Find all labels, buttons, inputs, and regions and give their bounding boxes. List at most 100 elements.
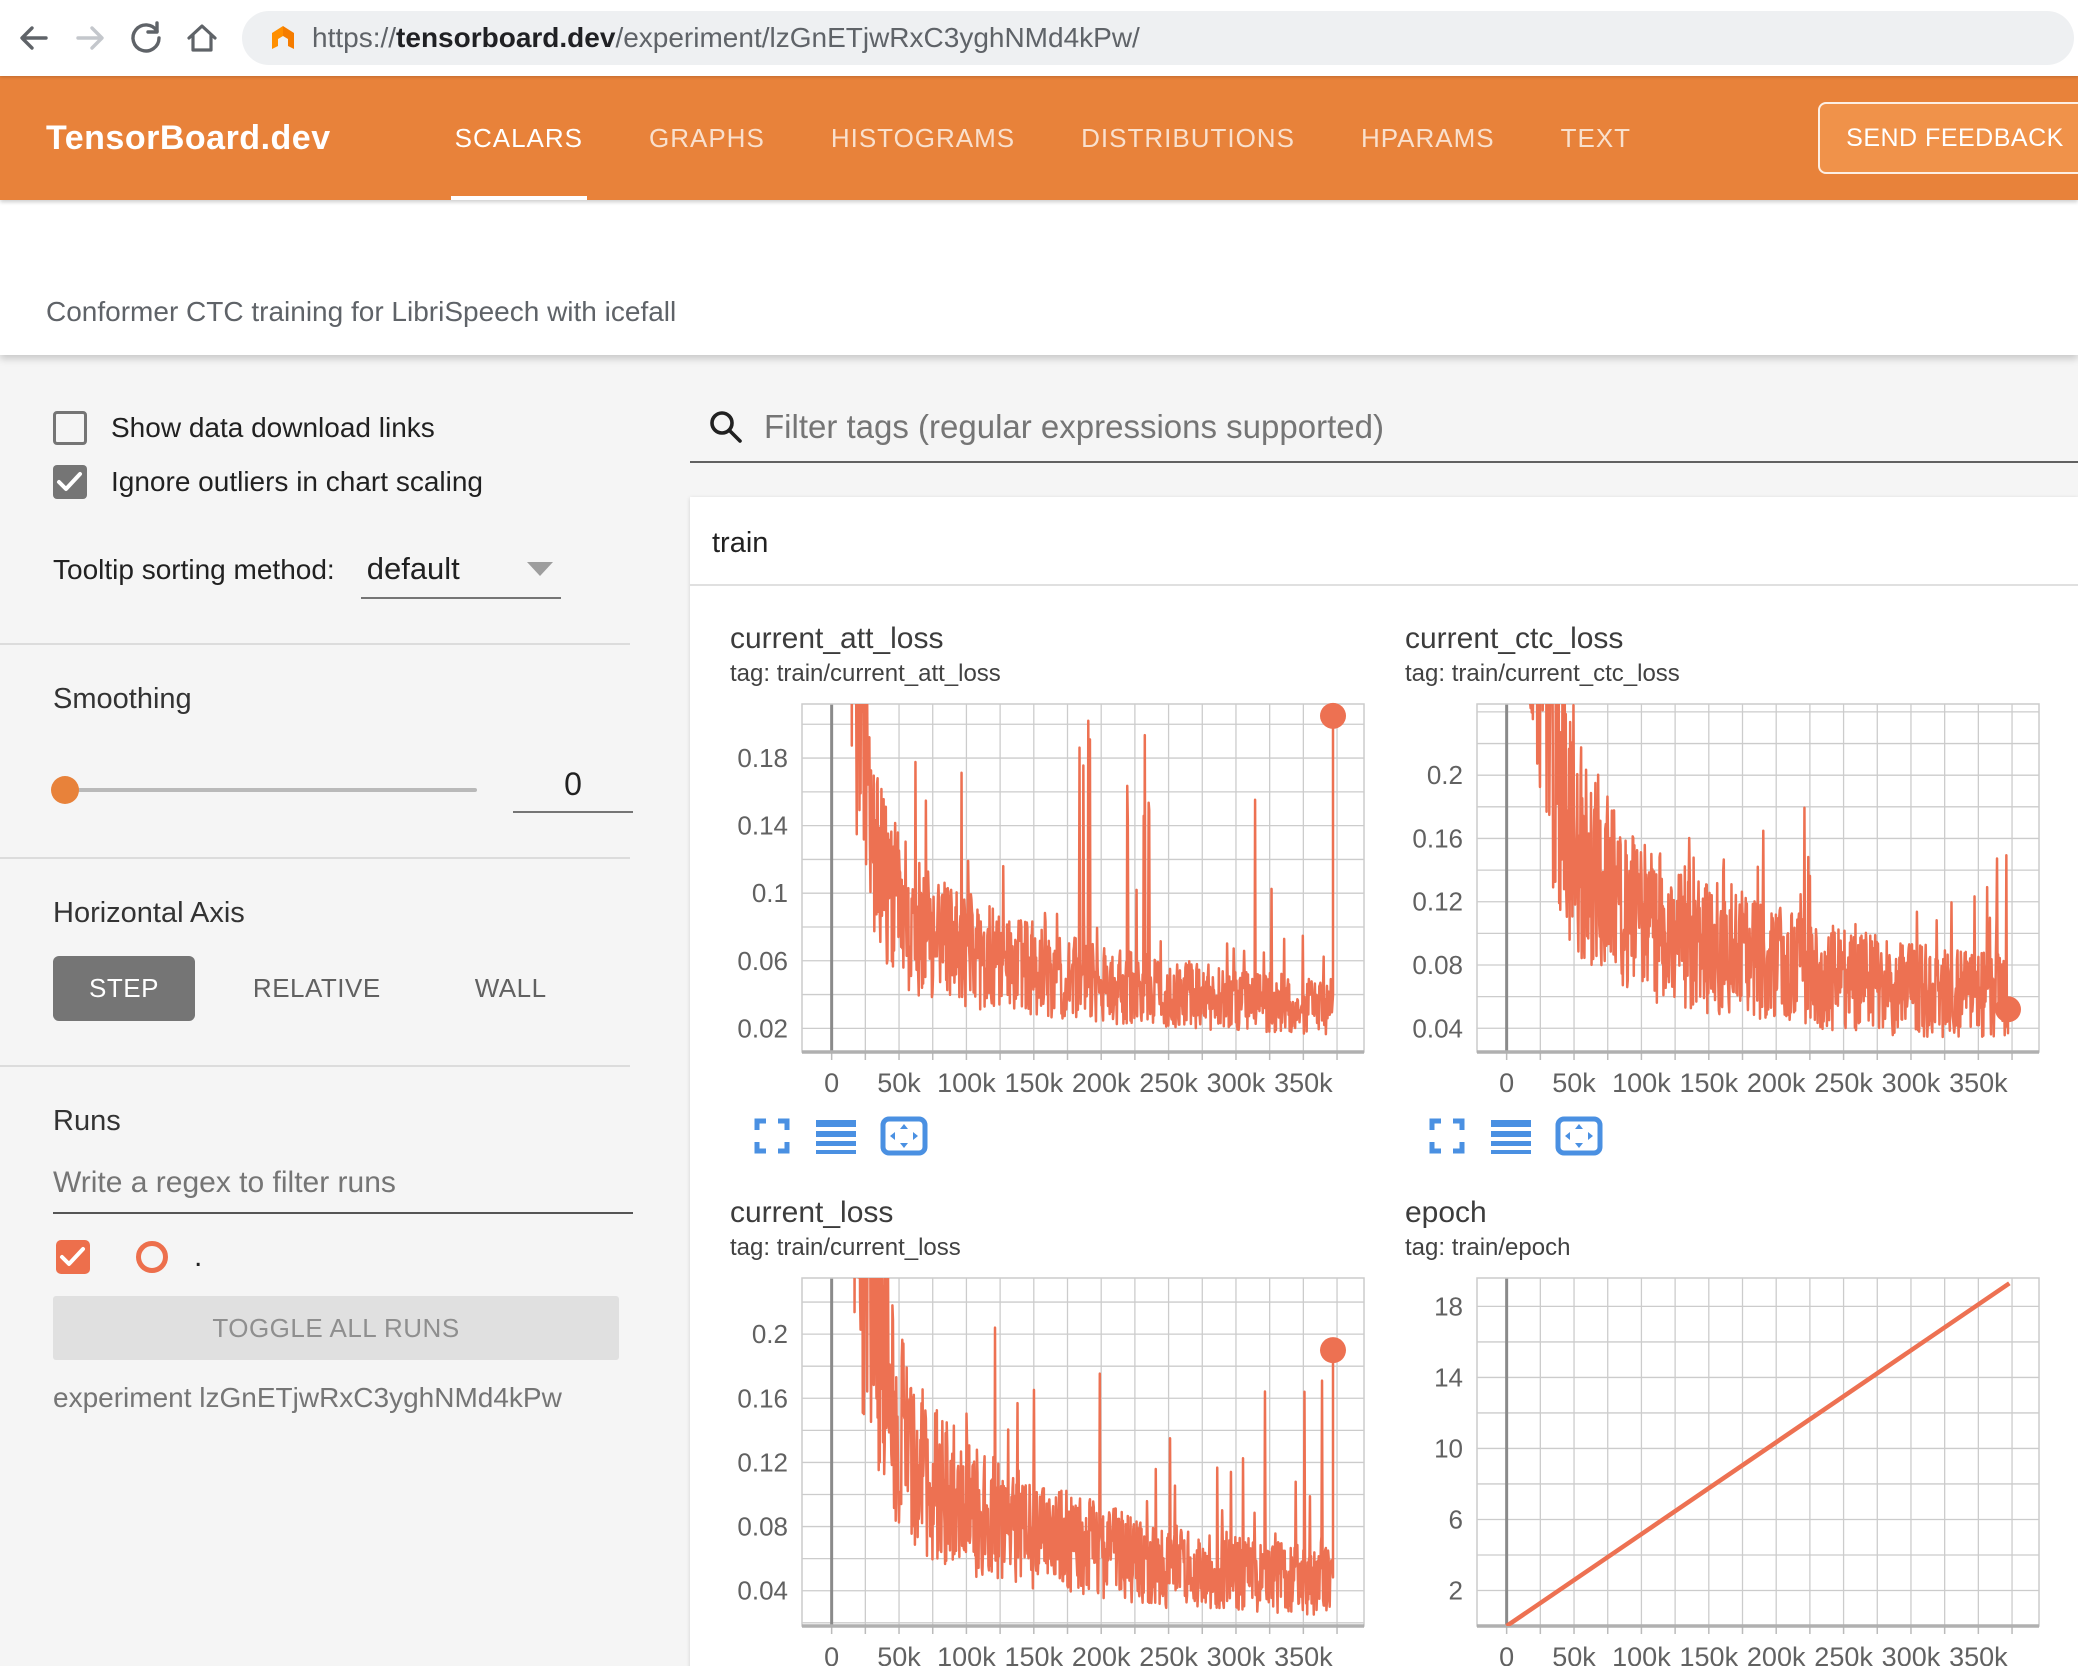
ignore-outliers-checkbox[interactable] — [53, 465, 87, 499]
forward-icon[interactable] — [68, 16, 112, 60]
svg-text:250k: 250k — [1139, 1068, 1198, 1098]
svg-text:350k: 350k — [1274, 1068, 1333, 1098]
svg-text:2: 2 — [1449, 1575, 1463, 1605]
run-color-ring-icon — [136, 1241, 168, 1273]
chart-current-ctc-loss: current_ctc_loss tag: train/current_ctc_… — [1405, 622, 2078, 1156]
back-icon[interactable] — [12, 16, 56, 60]
tab-distributions[interactable]: DISTRIBUTIONS — [1077, 76, 1299, 200]
smoothing-control: 0 — [51, 766, 690, 813]
sidebar-divider — [0, 1065, 630, 1067]
svg-text:50k: 50k — [1552, 1068, 1596, 1098]
chart-epoch: epoch tag: train/epoch 2 6 10 14 18 0 50k 100k 1… — [1405, 1196, 2078, 1666]
svg-text:0.08: 0.08 — [1412, 950, 1463, 980]
reload-icon[interactable] — [124, 16, 168, 60]
sidebar-divider — [0, 643, 630, 645]
smoothing-label: Smoothing — [53, 683, 192, 715]
tag-filter-row — [690, 355, 2078, 463]
svg-text:350k: 350k — [1949, 1068, 2008, 1098]
line-chart[interactable]: 0.04 0.08 0.12 0.16 0.2 0 50k 100k 150k 200k 250k 3… — [730, 1272, 1370, 1666]
line-chart[interactable]: 0.02 0.06 0.1 0.14 0.18 0 50k 100k 150k 200k 250k 3… — [730, 698, 1370, 1100]
svg-text:100k: 100k — [937, 1068, 996, 1098]
y-axis-toggle-icon[interactable] — [814, 1116, 858, 1156]
sidebar-divider — [0, 857, 630, 859]
run-list-item[interactable]: . — [56, 1240, 690, 1274]
slider-thumb[interactable] — [51, 775, 79, 804]
tag-filter-input[interactable] — [764, 408, 1964, 446]
svg-text:0.2: 0.2 — [752, 1319, 788, 1349]
show-download-links-row[interactable]: Show data download links — [53, 411, 690, 445]
svg-text:100k: 100k — [937, 1642, 996, 1666]
ignore-outliers-label: Ignore outliers in chart scaling — [111, 466, 483, 497]
svg-text:100k: 100k — [1612, 1068, 1671, 1098]
main-panel: train current_att_loss tag: train/curren… — [690, 355, 2078, 1666]
axis-relative-button[interactable]: RELATIVE — [217, 956, 417, 1021]
ignore-outliers-row[interactable]: Ignore outliers in chart scaling — [53, 465, 690, 499]
svg-text:150k: 150k — [1680, 1068, 1739, 1098]
group-title[interactable]: train — [690, 497, 2078, 586]
svg-text:50k: 50k — [877, 1068, 921, 1098]
svg-text:100k: 100k — [1612, 1642, 1671, 1666]
svg-text:350k: 350k — [1274, 1642, 1333, 1666]
tab-scalars[interactable]: SCALARS — [450, 76, 588, 200]
toggle-all-runs-button[interactable]: TOGGLE ALL RUNS — [53, 1296, 619, 1360]
tab-graphs[interactable]: GRAPHS — [645, 76, 769, 200]
tab-histograms[interactable]: HISTOGRAMS — [827, 76, 1019, 200]
home-icon[interactable] — [180, 16, 224, 60]
chart-tag: tag: train/current_att_loss — [730, 660, 1001, 687]
svg-text:50k: 50k — [877, 1642, 921, 1666]
chart-tag: tag: train/current_loss — [730, 1234, 961, 1261]
svg-text:6: 6 — [1449, 1504, 1463, 1534]
tooltip-sorting-label: Tooltip sorting method: — [53, 554, 335, 585]
browser-chrome: https://tensorboard.dev/experiment/lzGnE… — [0, 0, 2078, 76]
y-axis-toggle-icon[interactable] — [1489, 1116, 1533, 1156]
chart-toolbar — [752, 1116, 1405, 1156]
experiment-title-band: Conformer CTC training for LibriSpeech w… — [0, 200, 2078, 355]
svg-text:0: 0 — [1499, 1068, 1514, 1098]
svg-text:0.14: 0.14 — [737, 811, 788, 841]
line-chart[interactable]: 0.04 0.08 0.12 0.16 0.2 0 50k 100k 150k 200k 250k 3… — [1405, 698, 2045, 1100]
url-bar[interactable]: https://tensorboard.dev/experiment/lzGnE… — [242, 11, 2074, 65]
svg-text:0: 0 — [1499, 1642, 1514, 1666]
expand-chart-icon[interactable] — [1427, 1116, 1467, 1156]
svg-text:200k: 200k — [1072, 1642, 1131, 1666]
svg-text:0.04: 0.04 — [737, 1576, 788, 1606]
horizontal-axis-buttons: STEP RELATIVE WALL — [53, 956, 690, 1021]
train-group-card: train current_att_loss tag: train/curren… — [690, 497, 2078, 1666]
show-download-links-checkbox[interactable] — [53, 411, 87, 445]
content-area: Show data download links Ignore outliers… — [0, 355, 2078, 1666]
svg-text:0: 0 — [824, 1068, 839, 1098]
svg-text:150k: 150k — [1005, 1642, 1064, 1666]
svg-text:14: 14 — [1434, 1362, 1463, 1392]
tab-text[interactable]: TEXT — [1557, 76, 1635, 200]
svg-text:0.08: 0.08 — [737, 1512, 788, 1542]
chart-toolbar — [1427, 1116, 2078, 1156]
svg-text:250k: 250k — [1814, 1642, 1873, 1666]
send-feedback-button[interactable]: SEND FEEDBACK — [1818, 102, 2078, 174]
chart-title: current_loss — [730, 1196, 894, 1229]
smoothing-value[interactable]: 0 — [513, 766, 633, 813]
fit-to-data-icon[interactable] — [1555, 1116, 1603, 1156]
fit-to-data-icon[interactable] — [880, 1116, 928, 1156]
run-name: . — [194, 1240, 203, 1273]
svg-text:150k: 150k — [1005, 1068, 1064, 1098]
runs-filter-input[interactable] — [53, 1160, 633, 1214]
brand-title: TensorBoard.dev — [46, 118, 331, 157]
tensorboard-favicon-icon — [272, 26, 294, 49]
tooltip-sorting-select[interactable]: default — [360, 551, 561, 599]
run-checkbox[interactable] — [56, 1240, 90, 1274]
runs-label: Runs — [53, 1105, 121, 1137]
svg-text:0.16: 0.16 — [1412, 823, 1463, 853]
smoothing-slider[interactable] — [51, 775, 477, 804]
search-icon — [710, 411, 742, 443]
axis-step-button[interactable]: STEP — [53, 956, 195, 1021]
line-chart[interactable]: 2 6 10 14 18 0 50k 100k 150k 200k 250k 300k 350k — [1405, 1272, 2045, 1666]
axis-wall-button[interactable]: WALL — [439, 956, 583, 1021]
expand-chart-icon[interactable] — [752, 1116, 792, 1156]
chart-current-loss: current_loss tag: train/current_loss 0.0… — [730, 1196, 1405, 1666]
svg-text:0.16: 0.16 — [737, 1383, 788, 1413]
app-header: TensorBoard.dev SCALARS GRAPHS HISTOGRAM… — [0, 76, 2078, 200]
tab-hparams[interactable]: HPARAMS — [1357, 76, 1499, 200]
svg-text:300k: 300k — [1882, 1068, 1941, 1098]
svg-text:300k: 300k — [1207, 1068, 1266, 1098]
tooltip-sorting-value: default — [366, 551, 460, 586]
